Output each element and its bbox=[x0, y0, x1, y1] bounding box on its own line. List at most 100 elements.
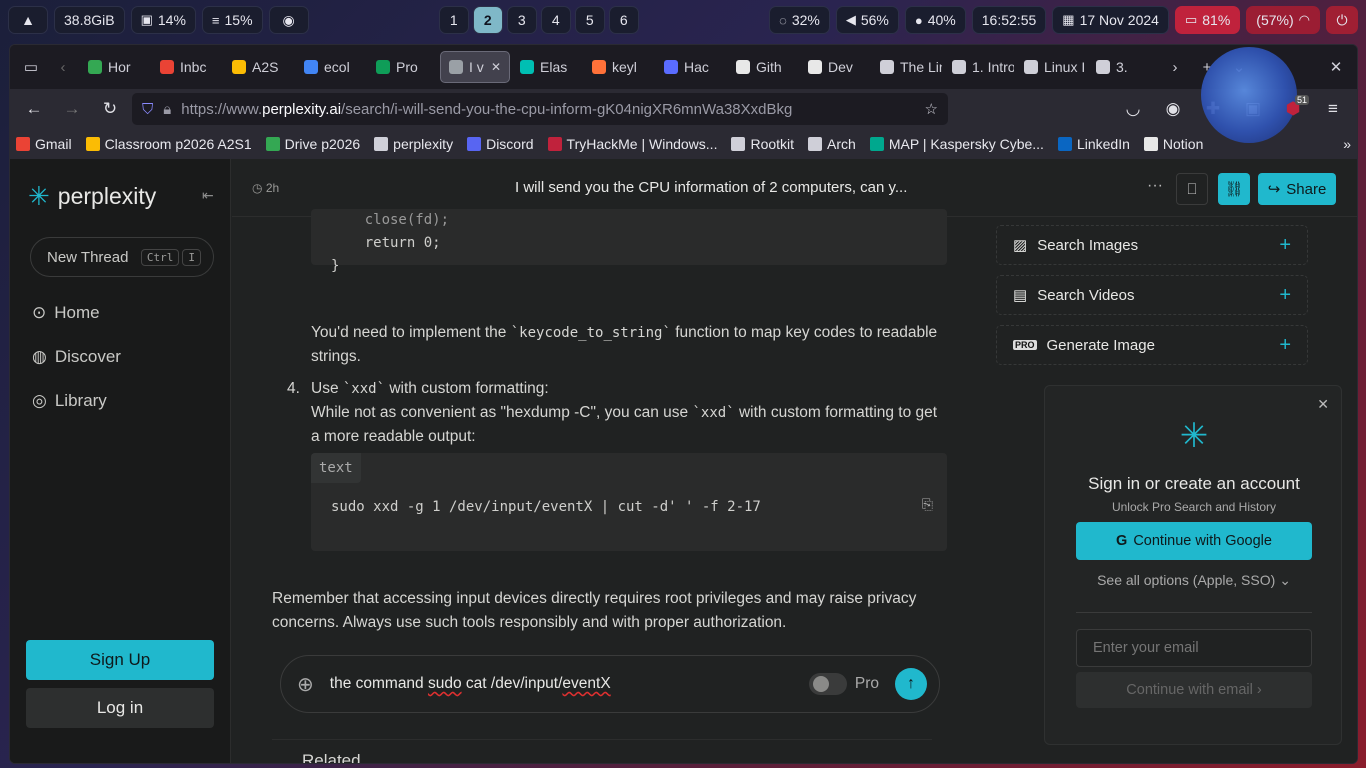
tab[interactable]: Dev bbox=[800, 51, 870, 83]
tab[interactable]: Hac bbox=[656, 51, 726, 83]
mic-icon: ● bbox=[914, 12, 923, 28]
log-in-button[interactable]: Log in bbox=[26, 688, 214, 728]
options-label: See all options (Apple, SSO) bbox=[1097, 572, 1276, 588]
perplexity-logo[interactable]: ✳ perplexity bbox=[28, 181, 156, 212]
tab-overview-button[interactable]: ▭ bbox=[16, 52, 46, 82]
continue-with-email-button[interactable]: Continue with email › bbox=[1076, 672, 1312, 708]
cpu-indicator[interactable]: ▣ 14% bbox=[130, 6, 196, 34]
wifi-indicator[interactable]: (57%) ◠ bbox=[1246, 6, 1320, 34]
generate-image-card[interactable]: PRO Generate Image + bbox=[996, 325, 1308, 365]
tab-label: Elas bbox=[540, 59, 568, 75]
tab[interactable]: Hor bbox=[80, 51, 150, 83]
nav-library[interactable]: ◎ Library bbox=[32, 391, 107, 411]
bookmark-thread-button[interactable]: ⎕ bbox=[1176, 173, 1208, 205]
bookmark-item[interactable]: Classroom p2026 A2S1 bbox=[85, 136, 252, 152]
workspace-switcher: 123456 bbox=[438, 6, 639, 34]
search-images-card[interactable]: ▨ Search Images + bbox=[996, 225, 1308, 265]
bookmark-item[interactable]: Rootkit bbox=[731, 136, 794, 152]
tab-active[interactable]: I v ✕ bbox=[440, 51, 510, 83]
forward-button[interactable]: → bbox=[56, 93, 88, 125]
see-all-options-link[interactable]: See all options (Apple, SSO) ⌄ bbox=[1045, 572, 1343, 589]
tab[interactable]: Gith bbox=[728, 51, 798, 83]
arrow-right-icon: → bbox=[63, 99, 81, 118]
copy-code-icon[interactable]: ⎘ bbox=[922, 493, 933, 517]
memory-value: 38.8GiB bbox=[64, 12, 115, 28]
wifi-value: (57%) bbox=[1256, 12, 1294, 28]
nav-discover[interactable]: ◍ Discover bbox=[32, 347, 121, 367]
bookmark-star-icon[interactable]: ☆ bbox=[925, 100, 938, 118]
email-field[interactable] bbox=[1076, 629, 1312, 667]
list-item: Use `xxd` with custom formatting: While … bbox=[311, 377, 947, 449]
battery-indicator[interactable]: ▭ 81% bbox=[1174, 6, 1241, 34]
sign-up-button[interactable]: Sign Up bbox=[26, 640, 214, 680]
workspace-button[interactable]: 4 bbox=[540, 6, 571, 34]
tab[interactable]: Elas bbox=[512, 51, 582, 83]
tab[interactable]: keyl bbox=[584, 51, 654, 83]
reload-button[interactable]: ↻ bbox=[94, 93, 126, 125]
bookmark-item[interactable]: perplexity bbox=[374, 136, 453, 152]
workspace-button[interactable]: 6 bbox=[608, 6, 639, 34]
close-window-button[interactable]: ✕ bbox=[1321, 52, 1351, 82]
back-button[interactable]: ← bbox=[18, 93, 50, 125]
plus-icon: + bbox=[1279, 333, 1291, 356]
bookmark-item[interactable]: Arch bbox=[808, 136, 856, 152]
bookmark-item[interactable]: Drive p2026 bbox=[265, 136, 360, 152]
tab[interactable]: Inbc bbox=[152, 51, 222, 83]
workspace-button[interactable]: 1 bbox=[438, 6, 469, 34]
workspace-button[interactable]: 2 bbox=[472, 6, 503, 34]
scroll-tabs-right-button[interactable]: › bbox=[1160, 52, 1190, 82]
tab-label: Dev bbox=[828, 59, 853, 75]
workspace-button[interactable]: 3 bbox=[506, 6, 537, 34]
attach-icon[interactable]: ⊕ bbox=[297, 672, 314, 697]
copy-link-button[interactable]: ⛓ bbox=[1218, 173, 1250, 205]
pro-toggle[interactable] bbox=[808, 673, 847, 695]
discord-tray-button[interactable]: ◉ bbox=[268, 6, 309, 34]
bookmark-item[interactable]: Gmail bbox=[16, 136, 72, 152]
bookmark-label: LinkedIn bbox=[1076, 136, 1130, 152]
ublock-button[interactable]: ⬢ 51 bbox=[1277, 93, 1309, 125]
workspace-button[interactable]: 5 bbox=[574, 6, 605, 34]
new-thread-button[interactable]: New Thread Ctrl I bbox=[30, 237, 214, 277]
scroll-tabs-left-button[interactable]: ‹ bbox=[48, 52, 78, 82]
tab[interactable]: ecol bbox=[296, 51, 366, 83]
address-bar[interactable]: ⛉ 🔒︎ https://www.perplexity.ai/search/i-… bbox=[132, 93, 948, 125]
power-button[interactable]: ⏻ bbox=[1326, 6, 1358, 34]
menu-button[interactable]: ≡ bbox=[1317, 93, 1349, 125]
brightness-indicator[interactable]: ◌ 32% bbox=[769, 6, 830, 34]
tab[interactable]: 3. bbox=[1088, 51, 1158, 83]
tab[interactable]: A2S bbox=[224, 51, 294, 83]
mic-indicator[interactable]: ● 40% bbox=[904, 6, 966, 34]
submit-button[interactable]: ↑ bbox=[895, 668, 927, 700]
tab[interactable]: 1. Intro bbox=[944, 51, 1014, 83]
bookmark-item[interactable]: TryHackMe | Windows... bbox=[547, 136, 717, 152]
share-button[interactable]: ↪ Share bbox=[1258, 173, 1336, 205]
tab[interactable]: Linux Ir bbox=[1016, 51, 1086, 83]
bookmark-item[interactable]: Discord bbox=[467, 136, 534, 152]
more-options-icon[interactable]: ··· bbox=[1147, 177, 1163, 195]
thread-age: ◷ 2h bbox=[252, 181, 279, 195]
load-indicator[interactable]: ≡ 15% bbox=[201, 6, 263, 34]
close-icon[interactable]: ✕ bbox=[1317, 396, 1329, 413]
date-indicator[interactable]: ▦ 17 Nov 2024 bbox=[1052, 6, 1169, 34]
memory-indicator[interactable]: 38.8GiB bbox=[54, 6, 125, 34]
tab[interactable]: Pro bbox=[368, 51, 438, 83]
collapse-sidebar-icon[interactable]: ⇤ bbox=[202, 187, 214, 204]
pocket-button[interactable]: ◡ bbox=[1117, 93, 1149, 125]
volume-indicator[interactable]: ◀ 56% bbox=[835, 6, 899, 34]
search-videos-card[interactable]: ▤ Search Videos + bbox=[996, 275, 1308, 315]
follow-up-composer[interactable]: ⊕ the command sudo cat /dev/input/eventX… bbox=[280, 655, 940, 713]
nav-home[interactable]: ⊙ Home bbox=[32, 303, 100, 323]
account-button[interactable]: ◉ bbox=[1157, 93, 1189, 125]
favicon-icon bbox=[1096, 60, 1110, 74]
tab[interactable]: The Lin bbox=[872, 51, 942, 83]
more-bookmarks-icon[interactable]: » bbox=[1343, 136, 1351, 152]
clock[interactable]: 16:52:55 bbox=[971, 6, 1047, 34]
bookmark-item[interactable]: MAP | Kaspersky Cybe... bbox=[869, 136, 1044, 152]
launcher-button[interactable]: ▲ bbox=[8, 6, 48, 34]
bookmark-item[interactable]: LinkedIn bbox=[1057, 136, 1130, 152]
close-tab-icon[interactable]: ✕ bbox=[491, 60, 501, 74]
composer-input[interactable]: the command sudo cat /dev/input/eventX bbox=[330, 675, 611, 693]
perplexity-logo-icon: ✳ bbox=[1179, 417, 1209, 455]
continue-with-google-button[interactable]: G Continue with Google bbox=[1076, 522, 1312, 560]
bookmark-item[interactable]: Notion bbox=[1143, 136, 1203, 152]
